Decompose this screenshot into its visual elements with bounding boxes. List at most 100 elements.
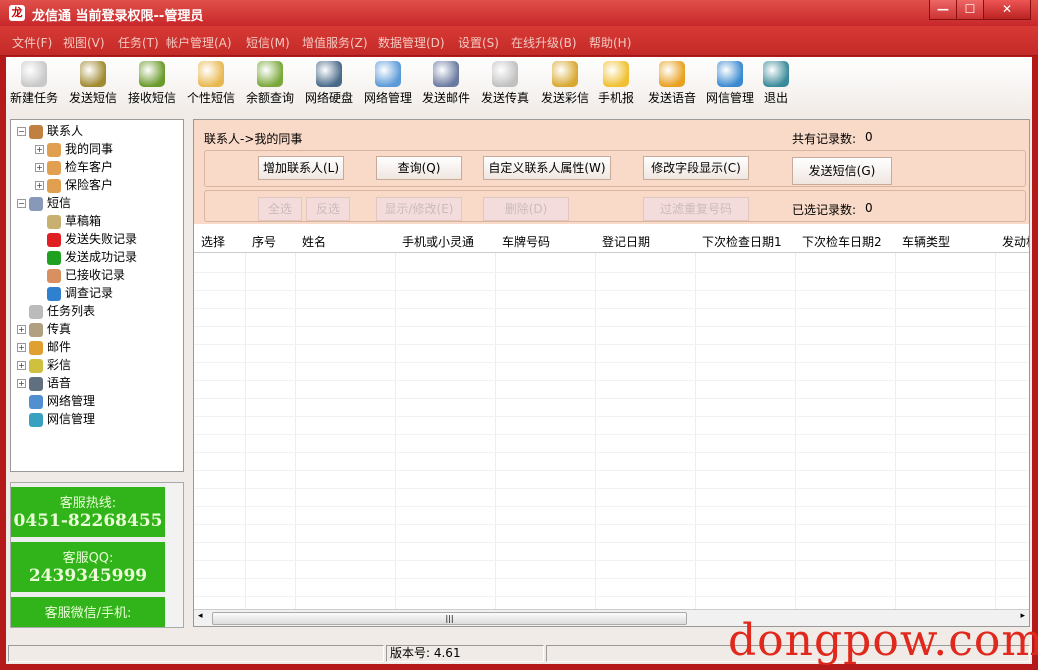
tree-item[interactable]: − 联系人: [17, 122, 83, 140]
app-logo-icon: 龙: [9, 5, 25, 21]
column-divider: [295, 253, 296, 609]
column-header[interactable]: 选择: [201, 233, 225, 250]
toolbar-label: 发送传真: [480, 91, 529, 105]
column-divider: [895, 253, 896, 609]
toolbar-button-4[interactable]: 个性短信: [181, 59, 241, 106]
menu-item[interactable]: 短信(M): [246, 34, 290, 51]
tree-item[interactable]: 草稿箱: [35, 212, 101, 230]
expander-icon[interactable]: +: [35, 181, 44, 190]
action-button[interactable]: 查询(Q): [376, 156, 462, 180]
menu-item[interactable]: 帮助(H): [589, 34, 631, 51]
expander-icon[interactable]: −: [17, 127, 26, 136]
scroll-thumb[interactable]: |||: [212, 612, 687, 625]
action-button[interactable]: 增加联系人(L): [258, 156, 344, 180]
toolbar-button-3[interactable]: 接收短信: [122, 59, 182, 106]
row-line: [194, 416, 1029, 417]
menu-item[interactable]: 设置(S): [458, 34, 499, 51]
tree-item-label: 已接收记录: [65, 268, 126, 282]
action-button[interactable]: 修改字段显示(C): [643, 156, 749, 180]
scroll-left-icon[interactable]: ◂: [198, 611, 203, 621]
column-header[interactable]: 下次检车日期2: [802, 233, 882, 250]
toolbar-button-1[interactable]: 新建任务: [4, 59, 64, 106]
tree-item[interactable]: + 检车客户: [35, 158, 113, 176]
column-header[interactable]: 手机或小灵通: [402, 233, 474, 250]
expander-icon[interactable]: −: [17, 199, 26, 208]
tree-item[interactable]: + 保险客户: [35, 176, 113, 194]
selected-records-value: 0: [865, 201, 873, 215]
column-divider: [245, 253, 246, 609]
tree-item[interactable]: + 传真: [17, 320, 71, 338]
navigation-tree: − 联系人 + 我的同事 + 检车客户 + 保险客户 − 短信 草稿箱 发送失败记录 发送成功记录 已接收…: [10, 119, 184, 472]
tree-item[interactable]: − 短信: [17, 194, 71, 212]
column-header[interactable]: 发动机: [1002, 233, 1029, 250]
action-button[interactable]: 自定义联系人属性(W): [483, 156, 611, 180]
menu-item[interactable]: 增值服务(Z): [302, 34, 368, 51]
row-line: [194, 578, 1029, 579]
column-header[interactable]: 序号: [252, 233, 276, 250]
toolbar-button-14[interactable]: 退出: [754, 59, 798, 106]
contacts-table[interactable]: 选择 序号 姓名 手机或小灵通 车牌号码 登记日期 下次检查日期1 下次检车日期2 车辆类型 发动…: [194, 229, 1029, 609]
column-header[interactable]: 车辆类型: [902, 233, 950, 250]
toolbar-button-7[interactable]: 网络管理: [358, 59, 418, 106]
fail-x-icon: [47, 232, 61, 247]
tree-item[interactable]: + 邮件: [17, 338, 71, 356]
network-manage-icon: [375, 61, 401, 87]
row-line: [194, 524, 1029, 525]
expander-icon[interactable]: +: [17, 379, 26, 388]
column-header[interactable]: 姓名: [302, 233, 326, 250]
column-header[interactable]: 登记日期: [602, 233, 650, 250]
action-button[interactable]: 发送短信(G): [792, 157, 892, 185]
menu-item[interactable]: 在线升级(B): [511, 34, 577, 51]
tree-item[interactable]: 网络管理: [17, 392, 95, 410]
expander-icon[interactable]: +: [17, 343, 26, 352]
toolbar-button-10[interactable]: 发送彩信: [535, 59, 595, 106]
menu-item[interactable]: 帐户管理(A): [166, 34, 232, 51]
minimize-button[interactable]: —: [929, 0, 957, 20]
column-header[interactable]: 车牌号码: [502, 233, 550, 250]
row-line: [194, 326, 1029, 327]
main-panel: 联系人->我的同事 共有记录数: 0 已选记录数: 0 增加联系人(L) 查询(Q…: [193, 119, 1030, 627]
close-button[interactable]: ✕: [983, 0, 1031, 20]
column-header[interactable]: 下次检查日期1: [702, 233, 782, 250]
toolbar-button-8[interactable]: 发送邮件: [416, 59, 476, 106]
toolbar-button-11[interactable]: 手机报: [591, 59, 641, 106]
expander-icon[interactable]: +: [35, 145, 44, 154]
menu-item[interactable]: 任务(T): [118, 34, 159, 51]
expander-icon[interactable]: +: [35, 163, 44, 172]
menu-item[interactable]: 文件(F): [12, 34, 52, 51]
sms-icon: [29, 196, 43, 211]
tree-item[interactable]: + 彩信: [17, 356, 71, 374]
tree-item[interactable]: 网信管理: [17, 410, 95, 428]
tree-item[interactable]: 发送成功记录: [35, 248, 137, 266]
breadcrumb: 联系人->我的同事: [204, 132, 303, 146]
tree-item[interactable]: 调查记录: [35, 284, 113, 302]
toolbar-button-5[interactable]: 余额查询: [240, 59, 300, 106]
row-line: [194, 344, 1029, 345]
network-icon: [29, 394, 43, 409]
tree-item-label: 发送成功记录: [65, 250, 138, 264]
menu-item[interactable]: 数据管理(D): [378, 34, 445, 51]
tree-item-label: 检车客户: [65, 160, 114, 174]
expander-icon[interactable]: +: [17, 361, 26, 370]
toolbar-button-6[interactable]: 网络硬盘: [299, 59, 359, 106]
expander-icon[interactable]: +: [17, 325, 26, 334]
tree-item[interactable]: 已接收记录: [35, 266, 125, 284]
tree-item[interactable]: 任务列表: [17, 302, 95, 320]
tree-item[interactable]: + 语音: [17, 374, 71, 392]
toolbar-button-13[interactable]: 网信管理: [700, 59, 760, 106]
toolbar-button-12[interactable]: 发送语音: [642, 59, 702, 106]
tree-item[interactable]: + 我的同事: [35, 140, 113, 158]
toolbar-button-2[interactable]: 发送短信: [63, 59, 123, 106]
row-line: [194, 308, 1029, 309]
menu-item[interactable]: 视图(V): [63, 34, 105, 51]
maximize-button[interactable]: ☐: [956, 0, 984, 20]
tree-item[interactable]: 发送失败记录: [35, 230, 137, 248]
column-divider: [995, 253, 996, 609]
toolbar-button-9[interactable]: 发送传真: [475, 59, 535, 106]
service-scrollbar[interactable]: [166, 483, 183, 627]
draft-icon: [47, 214, 61, 229]
voice-icon: [29, 376, 43, 391]
total-records-value: 0: [865, 130, 873, 144]
row-line: [194, 596, 1029, 597]
send-mms-icon: [552, 61, 578, 87]
